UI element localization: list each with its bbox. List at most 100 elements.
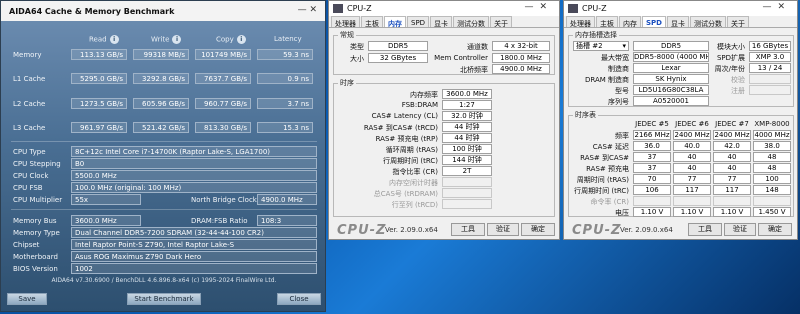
cpuz-footer: CPU-Z Ver. 2.09.0.x64 工具 验证 确定 — [564, 219, 797, 239]
close-button[interactable]: Close — [277, 293, 321, 305]
week-year-label: 周次/年份 — [714, 65, 745, 73]
cell: 1.10 V — [673, 207, 711, 217]
col-write-label: Write — [151, 35, 170, 44]
ok-button[interactable]: 确定 — [758, 223, 792, 236]
row-label: CAS# 延迟 — [592, 143, 629, 151]
tab-about[interactable]: 关于 — [490, 16, 513, 28]
cell: 40 — [713, 152, 751, 162]
cpuz-title: CPU-Z — [347, 4, 372, 13]
cpuz-title: CPU-Z — [582, 4, 607, 13]
week-year-value: 13 / 24 — [749, 63, 791, 73]
cell: 37 — [633, 163, 671, 173]
cell: 4000 MHz — [753, 130, 791, 140]
tab-spd[interactable]: SPD — [407, 16, 430, 27]
tools-button[interactable]: 工具 — [688, 223, 722, 236]
cell: 2400 MHz — [713, 130, 751, 140]
timing-label: 指令比率 (CR) — [392, 168, 438, 176]
tab-memory[interactable]: 内存 — [619, 16, 641, 28]
chipset-value: Intel Raptor Point-S Z790, Intel Raptor … — [71, 239, 317, 250]
cpu-clock-value: 5500.0 MHz — [71, 170, 317, 181]
cpuz-titlebar: CPU-Z —✕ — [329, 1, 559, 16]
spd-ext-label: SPD扩展 — [716, 54, 745, 62]
cell: 38.0 — [753, 141, 791, 151]
save-button[interactable]: Save — [7, 293, 47, 305]
cpuz-version: Ver. 2.09.0.x64 — [385, 226, 438, 234]
latency-value: 59.3 ns — [257, 49, 313, 60]
divider — [11, 209, 317, 210]
tools-button[interactable]: 工具 — [451, 223, 485, 236]
col-read-label: Read — [89, 35, 107, 44]
write-value: 3292.8 GB/s — [133, 73, 189, 84]
dram-mfr-value: SK Hynix — [633, 74, 709, 84]
general-group: 常规 类型 DDR5 大小 32 GBytes 通道数 4 x 32-bit M… — [333, 30, 555, 75]
tab-graphics[interactable]: 显卡 — [430, 16, 453, 28]
tab-mainboard[interactable]: 主板 — [361, 16, 383, 28]
row-label: 行周期时间 (tRC) — [574, 187, 629, 195]
write-value: 521.42 GB/s — [133, 122, 189, 133]
aida-title: AIDA64 Cache & Memory Benchmark — [9, 7, 175, 16]
tab-mainboard[interactable]: 主板 — [596, 16, 618, 28]
bios-value: 1002 — [71, 263, 317, 274]
buffered-value — [749, 74, 791, 84]
size-label: 大小 — [350, 55, 364, 63]
col-copy-header: Copy i — [216, 35, 246, 44]
window-controls[interactable]: — ✕ — [298, 5, 317, 15]
validate-button[interactable]: 验证 — [724, 223, 756, 236]
ok-button[interactable]: 确定 — [521, 223, 555, 236]
timing-label: CAS# Latency (CL) — [371, 112, 438, 120]
timing-value: 44 时钟 — [442, 133, 492, 143]
latency-value: 15.3 ns — [257, 122, 313, 133]
timing-value: 32.0 时钟 — [442, 111, 492, 121]
cpu-fsb-value: 100.0 MHz (original: 100 MHz) — [71, 182, 317, 193]
tab-cpu[interactable]: 处理器 — [331, 16, 360, 28]
tab-cpu[interactable]: 处理器 — [566, 16, 595, 28]
tab-spd[interactable]: SPD — [642, 16, 666, 27]
read-value: 1273.5 GB/s — [71, 98, 127, 109]
timing-table-group: 时序表 JEDEC #5 JEDEC #6 JEDEC #7 XMP-8000 … — [568, 110, 794, 217]
col-read-header: Read i — [89, 35, 119, 44]
timing-value: 100 时钟 — [442, 144, 492, 154]
window-controls[interactable]: —✕ — [762, 2, 791, 12]
tab-about[interactable]: 关于 — [726, 16, 749, 28]
tab-graphics[interactable]: 显卡 — [666, 16, 689, 28]
cell: 100 — [753, 174, 791, 184]
slot-select[interactable]: 插槽 #2 ▾ — [573, 41, 629, 51]
nb-freq-label: 北桥频率 — [460, 66, 488, 74]
tab-bench[interactable]: 测试分数 — [453, 16, 490, 28]
col-latency-label: Latency — [274, 35, 302, 43]
cpuz-brand: CPU-Z — [572, 223, 622, 238]
memctrl-value: 1800.0 MHz — [492, 53, 550, 63]
timings-title: 时序 — [338, 78, 356, 88]
general-title: 常规 — [338, 30, 356, 40]
validate-button[interactable]: 验证 — [487, 223, 519, 236]
start-benchmark-button[interactable]: Start Benchmark — [127, 293, 201, 305]
part-value: LD5U16G80C38LA — [633, 85, 709, 95]
timing-label: 内存频率 — [410, 91, 438, 99]
info-icon[interactable]: i — [172, 35, 182, 44]
cell: 117 — [673, 185, 711, 195]
row-label: RAS# 预充电 — [586, 165, 629, 173]
cell: 42.0 — [713, 141, 751, 151]
aida64-window: AIDA64 Cache & Memory Benchmark — ✕ Read… — [0, 0, 326, 312]
row-label: L1 Cache — [13, 75, 46, 83]
part-label: 型号 — [615, 87, 629, 95]
info-icon[interactable]: i — [109, 35, 119, 44]
cell — [713, 196, 751, 206]
timing-value: 44 时钟 — [442, 122, 492, 132]
tab-bench[interactable]: 测试分数 — [689, 16, 726, 28]
memory-bus-value: 3600.0 MHz — [71, 215, 141, 226]
cpu-stepping-value: B0 — [71, 158, 317, 169]
info-icon[interactable]: i — [236, 35, 246, 44]
tab-memory[interactable]: 内存 — [384, 16, 406, 28]
slot-select-value: 插槽 #2 — [576, 42, 603, 50]
row-label: L3 Cache — [13, 124, 46, 132]
write-value: 605.96 GB/s — [133, 98, 189, 109]
window-controls[interactable]: —✕ — [524, 2, 553, 12]
read-value: 961.97 GB/s — [71, 122, 127, 133]
copy-value: 960.77 GB/s — [195, 98, 251, 109]
tab-bar: 处理器 主板 内存 SPD 显卡 测试分数 关于 — [329, 16, 559, 28]
cell: 1.10 V — [713, 207, 751, 217]
cell: 37 — [633, 152, 671, 162]
cell: 48 — [753, 163, 791, 173]
module-size-label: 模块大小 — [717, 43, 745, 51]
